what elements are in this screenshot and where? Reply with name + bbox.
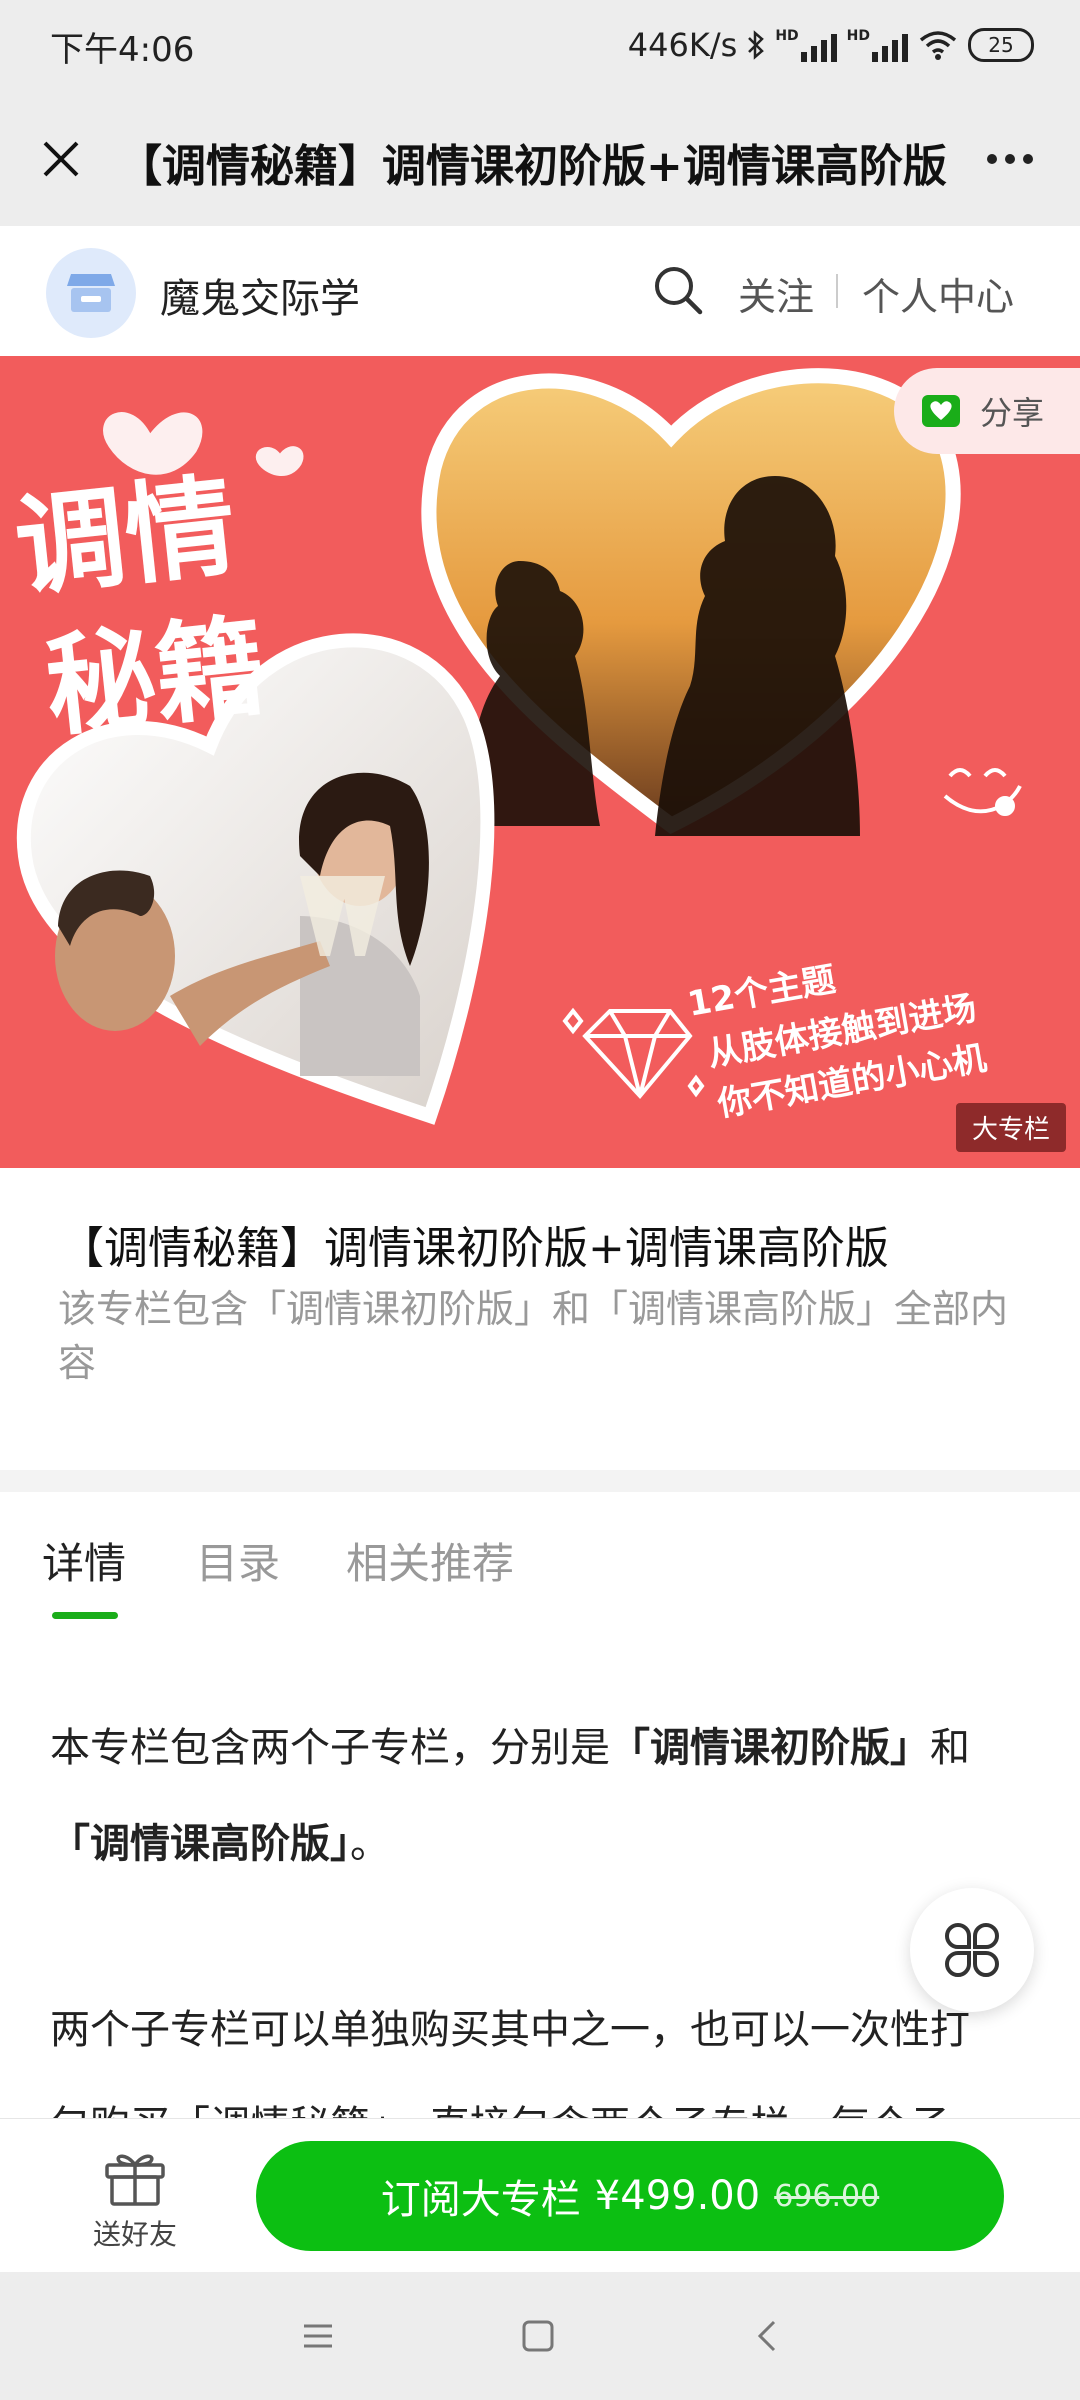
menu-icon[interactable] <box>300 2318 336 2354</box>
tab-details[interactable]: 详情 <box>42 1530 126 1591</box>
shop-header: 魔鬼交际学 关注 个人中心 <box>0 226 1080 357</box>
share-button[interactable]: 分享 <box>894 368 1080 454</box>
column-title: 【调情秘籍】调情课初阶版+调情课高阶版 <box>60 1223 889 1274</box>
close-icon <box>43 141 79 177</box>
title-bar: 【调情秘籍】调情课初阶版+调情课高阶版 <box>0 96 1080 226</box>
floating-menu-button[interactable] <box>910 1888 1034 2012</box>
profile-button[interactable]: 个人中心 <box>862 266 1014 321</box>
tab-catalog[interactable]: 目录 <box>196 1530 280 1591</box>
original-price: 696.00 <box>774 2178 880 2214</box>
column-type-badge: 大专栏 <box>955 1103 1066 1152</box>
battery-indicator: 25 <box>968 28 1034 62</box>
column-description: 该专栏包含「调情课初阶版」和「调情课高阶版」全部内容 <box>58 1287 1009 1385</box>
store-icon <box>67 274 115 312</box>
system-nav-bar <box>0 2272 1080 2400</box>
shop-name[interactable]: 魔鬼交际学 <box>160 266 360 324</box>
signal-hd-icon-2: HD <box>847 28 908 62</box>
page-title: 【调情秘籍】调情课初阶版+调情课高阶版 <box>118 141 947 192</box>
share-icon <box>922 395 960 427</box>
wifi-icon <box>919 31 957 60</box>
gift-icon <box>105 2154 165 2206</box>
bottom-action-bar: 送好友 订阅大专栏 ¥499.00 696.00 <box>0 2118 1080 2273</box>
content-text: 两个子专栏可以单独购买其中之一，也可以一次性打 <box>50 2007 970 2053</box>
tab-active-indicator <box>52 1612 118 1619</box>
content-text: 和 <box>930 1725 970 1771</box>
shop-avatar[interactable] <box>46 248 136 338</box>
divider <box>836 274 838 308</box>
tab-recommendations[interactable]: 相关推荐 <box>346 1530 514 1591</box>
status-time: 下午4:06 <box>50 30 195 70</box>
gift-label: 送好友 <box>92 2218 177 2251</box>
smiley-doodle <box>943 768 1022 816</box>
content-text: 本专栏包含两个子专栏，分别是 <box>50 1725 610 1771</box>
status-bar: 下午4:06 446K/s HD HD 25 <box>0 0 1080 96</box>
banner-image[interactable]: 调情 秘籍 12个主题 从肢体接触到进场 你不知道的小心机 分享 大专栏 <box>0 356 1080 1168</box>
share-label: 分享 <box>980 394 1045 432</box>
search-icon[interactable] <box>650 262 706 318</box>
more-dot-icon <box>1023 154 1033 164</box>
subscribe-label: 订阅大专栏 <box>380 2177 581 2223</box>
home-icon[interactable] <box>520 2318 556 2354</box>
subscribe-button[interactable]: 订阅大专栏 ¥499.00 696.00 <box>256 2141 1004 2251</box>
close-button[interactable] <box>26 124 96 194</box>
network-speed: 446K/s <box>627 26 738 64</box>
more-dot-icon <box>1005 154 1015 164</box>
content-bold-text: 「调情课高阶版」 <box>50 1821 350 1867</box>
bluetooth-icon <box>748 30 765 60</box>
more-button[interactable] <box>970 124 1050 194</box>
signal-hd-icon: HD <box>775 28 837 62</box>
content-paragraph-1: 本专栏包含两个子专栏，分别是「调情课初阶版」和「调情课高阶版」。 <box>50 1700 1030 1892</box>
banner-title-line1: 调情 <box>9 462 241 612</box>
follow-button[interactable]: 关注 <box>738 266 814 321</box>
diamond-doodle <box>562 1007 705 1100</box>
banner-artwork: 调情 秘籍 12个主题 从肢体接触到进场 你不知道的小心机 <box>9 368 1022 1125</box>
banner-title-line2: 秘籍 <box>39 602 271 752</box>
content-text: 。 <box>350 1821 390 1867</box>
subscribe-price: ¥499.00 <box>594 2173 761 2219</box>
back-icon[interactable] <box>750 2318 786 2354</box>
gift-friend-button[interactable]: 送好友 <box>80 2147 190 2253</box>
content-bold-text: 「调情课初阶版」 <box>610 1725 930 1771</box>
grid-clover-icon <box>945 1923 999 1977</box>
status-indicators: 446K/s HD HD 25 <box>628 20 1034 70</box>
more-dot-icon <box>987 154 997 164</box>
section-divider <box>0 1470 1080 1492</box>
